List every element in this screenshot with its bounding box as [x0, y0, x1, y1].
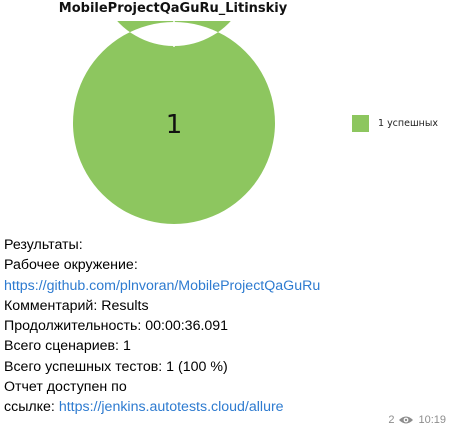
view-count: 2: [388, 414, 395, 426]
results-line: Результаты:: [4, 237, 83, 253]
message-meta: 2 10:19: [388, 414, 446, 426]
duration-line: Продолжительность: 00:00:36.091: [4, 318, 229, 335]
donut-center-label: 1: [166, 110, 183, 140]
report-link-line: ссылке: https://jenkins.autotests.cloud/…: [4, 397, 384, 417]
report-label: ссылке:: [4, 399, 59, 416]
comment-line: Комментарий: Results: [4, 296, 384, 316]
legend-label: 1 успешных: [378, 118, 438, 129]
report-line: Отчет доступен по: [4, 379, 127, 396]
message-time: 10:19: [418, 414, 446, 426]
environment-label: Рабочее окружение:: [4, 257, 138, 274]
donut-chart: 1: [72, 21, 275, 224]
report-link[interactable]: https://jenkins.autotests.cloud/allure: [59, 399, 284, 415]
passed-line: Всего успешных тестов: 1 (100 %): [4, 358, 228, 375]
chart-title: MobileProjectQaGuRu_Litinskiy: [58, 1, 288, 16]
chart-legend: 1 успешных: [352, 115, 438, 132]
comment-label: Комментарий:: [4, 297, 98, 314]
comment-value: Results: [97, 297, 149, 314]
environment-link[interactable]: https://github.com/plnvoran/MobileProjec…: [4, 278, 320, 294]
message-body: Результаты: Рабочее окружение: https://g…: [4, 235, 384, 418]
scenarios-line: Всего сценариев: 1: [4, 338, 131, 355]
legend-swatch: [352, 115, 369, 132]
eye-icon: [399, 416, 414, 424]
